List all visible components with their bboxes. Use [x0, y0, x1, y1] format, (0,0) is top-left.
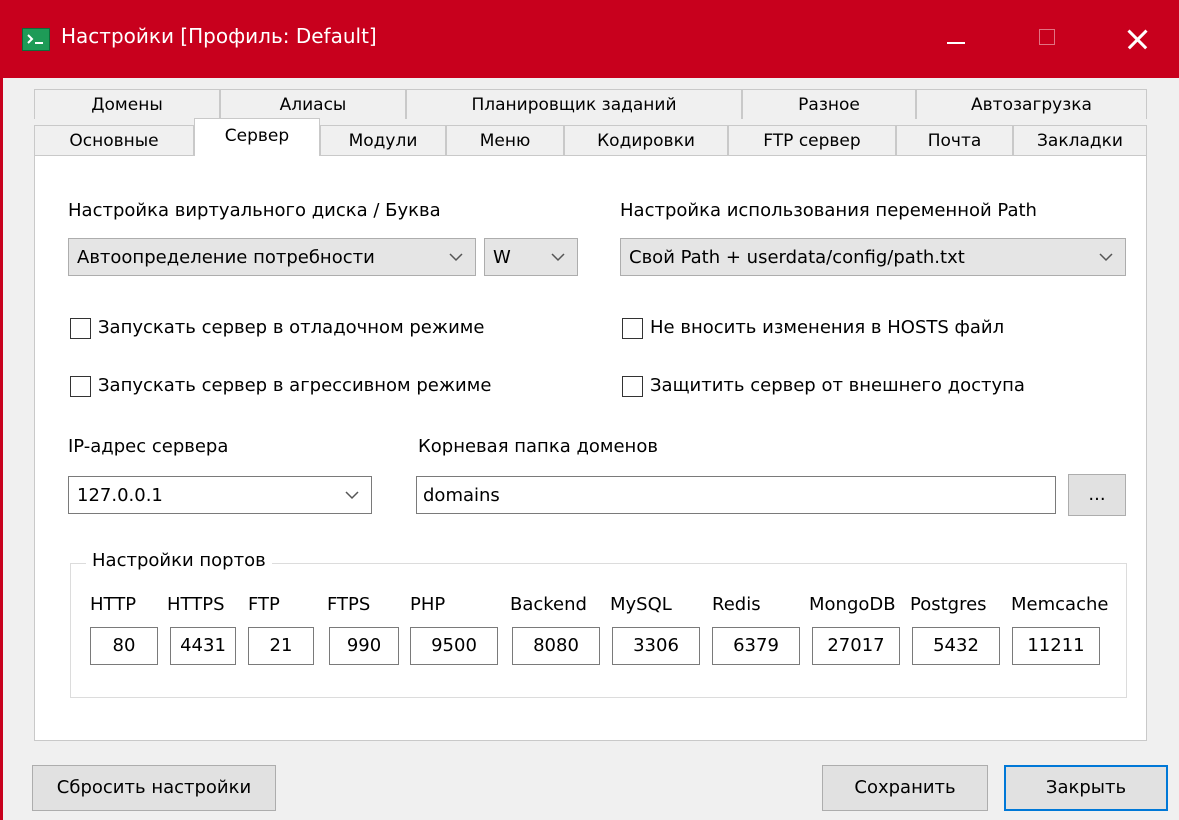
port-label-php: PHP [410, 594, 446, 615]
vdisk-label: Настройка виртуального диска / Буква [68, 200, 441, 221]
vdisk-mode-select[interactable]: Автоопределение потребности [68, 238, 476, 276]
chevron-down-icon [345, 491, 359, 500]
aggressive-mode-label: Запускать сервер в агрессивном режиме [98, 375, 492, 396]
port-label-mongodb: MongoDB [809, 594, 896, 615]
tab-menu[interactable]: Меню [446, 125, 564, 155]
tab-server[interactable]: Сервер [194, 118, 320, 156]
ip-value: 127.0.0.1 [77, 485, 163, 506]
tab-general[interactable]: Основные [34, 125, 194, 155]
port-label-postgres: Postgres [910, 594, 987, 615]
app-terminal-icon [22, 28, 50, 51]
port-label-ftp: FTP [248, 594, 280, 615]
vdisk-mode-value: Автоопределение потребности [77, 247, 375, 268]
port-label-memcache: Memcache [1011, 594, 1109, 615]
tab-misc[interactable]: Разное [742, 89, 916, 119]
maximize-icon [1025, 20, 1071, 58]
port-input-postgres[interactable]: 5432 [912, 627, 1000, 665]
tab-ftp-server[interactable]: FTP сервер [728, 125, 896, 155]
protect-server-label: Защитить сервер от внешнего доступа [650, 375, 1025, 396]
ip-select[interactable]: 127.0.0.1 [68, 476, 372, 514]
port-input-http[interactable]: 80 [90, 627, 158, 665]
tab-encodings[interactable]: Кодировки [564, 125, 728, 155]
chevron-down-icon [551, 253, 565, 262]
port-input-backend[interactable]: 8080 [512, 627, 600, 665]
port-label-http: HTTP [90, 594, 137, 615]
port-label-ftps: FTPS [327, 594, 371, 615]
port-input-mysql[interactable]: 3306 [612, 627, 700, 665]
chevron-down-icon [1099, 253, 1113, 262]
tab-mail[interactable]: Почта [896, 125, 1013, 155]
reset-settings-button[interactable]: Сбросить настройки [32, 765, 276, 811]
vdisk-letter-select[interactable]: W [484, 238, 578, 276]
path-value: Свой Path + userdata/config/path.txt [629, 247, 965, 268]
root-folder-label: Корневая папка доменов [418, 436, 658, 457]
port-input-ftp[interactable]: 21 [248, 627, 314, 665]
tab-domains[interactable]: Домены [34, 89, 220, 119]
path-label: Настройка использования переменной Path [620, 200, 1037, 221]
ip-label: IP-адрес сервера [68, 436, 229, 457]
port-input-https[interactable]: 4431 [170, 627, 236, 665]
no-hosts-label: Не вносить изменения в HOSTS файл [650, 317, 1005, 338]
tab-bookmarks[interactable]: Закладки [1013, 125, 1147, 155]
port-label-backend: Backend [510, 594, 587, 615]
vdisk-letter-value: W [493, 247, 511, 268]
port-input-memcache[interactable]: 11211 [1012, 627, 1100, 665]
ports-group-title: Настройки портов [86, 550, 272, 571]
window-border [0, 78, 3, 820]
tab-modules[interactable]: Модули [320, 125, 446, 155]
close-icon[interactable] [1114, 20, 1160, 58]
title-bar[interactable]: Настройки [Профиль: Default] [0, 0, 1179, 78]
window-title: Настройки [Профиль: Default] [61, 24, 377, 48]
minimize-icon[interactable] [934, 20, 980, 58]
port-input-php[interactable]: 9500 [410, 627, 498, 665]
tab-scheduler[interactable]: Планировщик заданий [406, 89, 742, 119]
aggressive-mode-checkbox[interactable] [70, 376, 91, 397]
protect-server-checkbox[interactable] [622, 376, 643, 397]
port-input-mongodb[interactable]: 27017 [812, 627, 900, 665]
debug-mode-checkbox[interactable] [70, 318, 91, 339]
path-select[interactable]: Свой Path + userdata/config/path.txt [620, 238, 1126, 276]
tab-autostart[interactable]: Автозагрузка [916, 89, 1147, 119]
chevron-down-icon [449, 253, 463, 262]
port-input-redis[interactable]: 6379 [712, 627, 800, 665]
port-label-redis: Redis [712, 594, 761, 615]
tab-aliases[interactable]: Алиасы [220, 89, 406, 119]
browse-button[interactable]: ... [1068, 474, 1126, 516]
no-hosts-checkbox[interactable] [622, 318, 643, 339]
root-folder-input[interactable]: domains [416, 476, 1056, 514]
save-button[interactable]: Сохранить [822, 765, 988, 811]
port-input-ftps[interactable]: 990 [329, 627, 399, 665]
port-label-https: HTTPS [167, 594, 225, 615]
close-button[interactable]: Закрыть [1004, 765, 1168, 811]
port-label-mysql: MySQL [610, 594, 672, 615]
debug-mode-label: Запускать сервер в отладочном режиме [98, 317, 485, 338]
root-folder-value: domains [423, 485, 500, 506]
